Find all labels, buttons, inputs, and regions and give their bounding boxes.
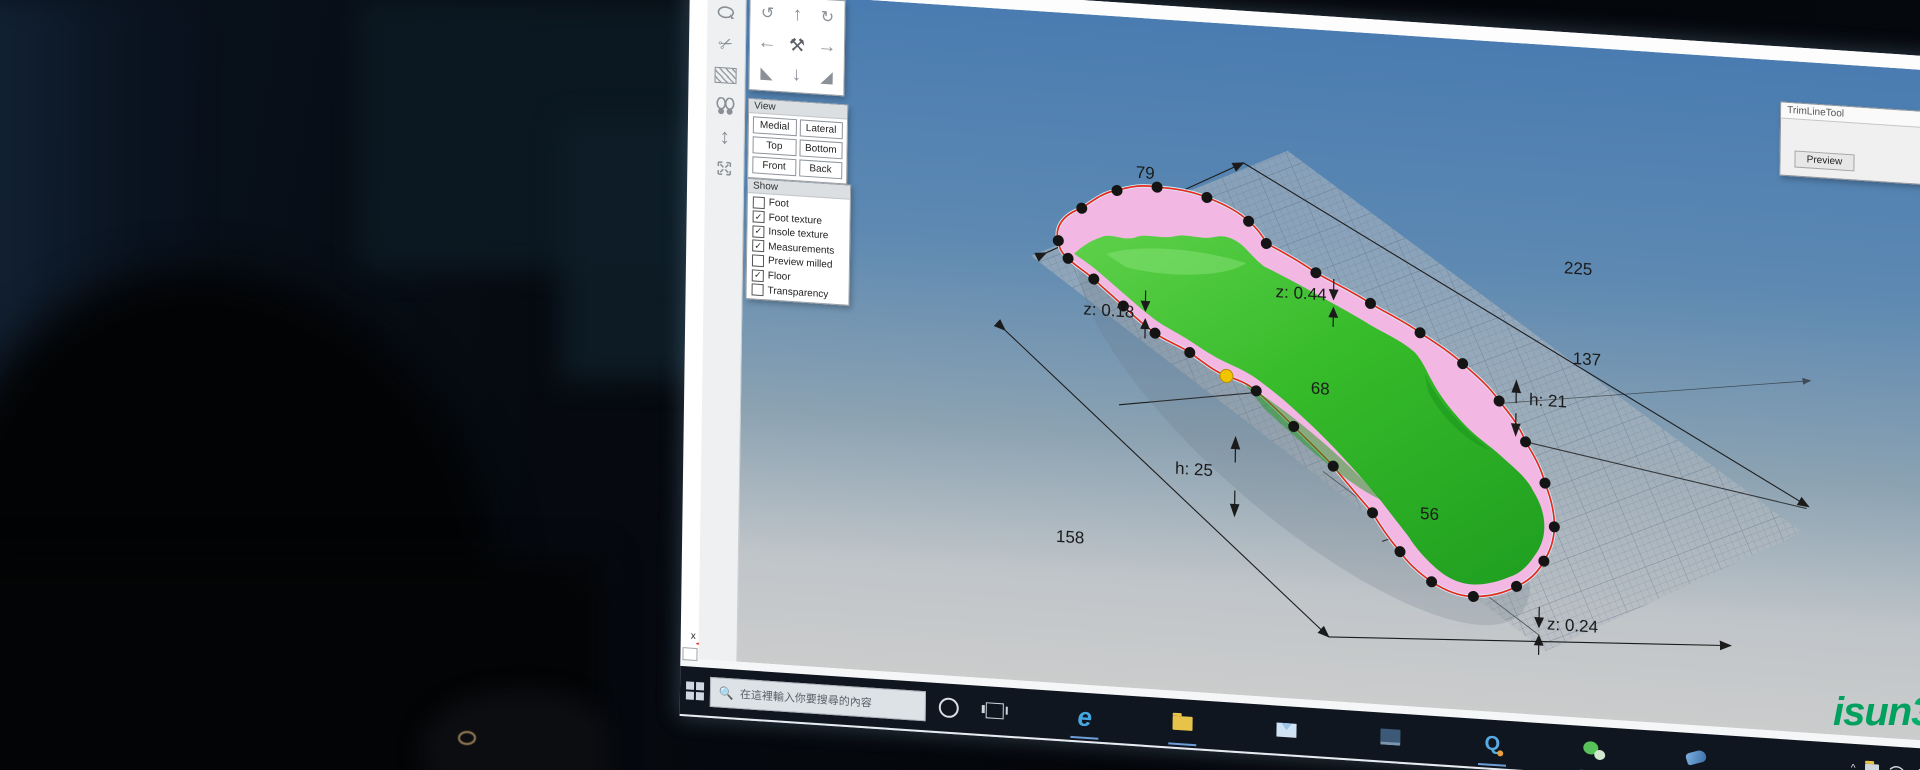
- laptop-app-icon[interactable]: [1367, 712, 1414, 763]
- measurement-label: h: 21: [1529, 390, 1567, 411]
- measurement-label: z: 0.18: [1083, 299, 1134, 321]
- system-tray: ^ 中 12:15: [1851, 760, 1920, 770]
- view-back-button[interactable]: Back: [799, 159, 843, 179]
- hatch-icon: [714, 67, 736, 84]
- search-input[interactable]: 🔍 在這裡輸入你要搜尋的內容: [710, 677, 926, 721]
- checkbox[interactable]: ✓: [752, 269, 764, 282]
- checkbox-label: Foot: [769, 198, 789, 210]
- monitor-screen: 79 225 137 z: 0.18 z: 0.44 68 h: 21 h: 2…: [680, 0, 1920, 770]
- lasso-tool[interactable]: [712, 2, 740, 26]
- checkbox-label: Transparency: [768, 285, 829, 300]
- cortana-icon[interactable]: [925, 682, 972, 733]
- task-view-icon[interactable]: [971, 685, 1018, 736]
- checkbox[interactable]: [752, 284, 764, 297]
- selected-control-point[interactable]: [1220, 369, 1233, 383]
- viewport-3d[interactable]: 79 225 137 z: 0.18 z: 0.44 68 h: 21 h: 2…: [736, 0, 1920, 747]
- vertical-resize-tool[interactable]: ↕: [711, 126, 739, 150]
- measurement-label: z: 0.24: [1547, 614, 1598, 636]
- corner-lower-right-icon[interactable]: ◢: [820, 67, 833, 88]
- windows-logo-icon: [686, 682, 704, 701]
- wechat-icon[interactable]: [1571, 725, 1618, 770]
- measurement-label: 158: [1056, 527, 1085, 548]
- checkbox[interactable]: ✓: [753, 211, 765, 224]
- measurement-label: 68: [1311, 379, 1330, 399]
- view-top-button[interactable]: Top: [753, 136, 797, 156]
- file-explorer-icon[interactable]: [1159, 698, 1206, 749]
- search-placeholder: 在這裡輸入你要搜尋的內容: [740, 686, 872, 711]
- start-button[interactable]: [680, 666, 711, 716]
- photo-scene: 79 225 137 z: 0.18 z: 0.44 68 h: 21 h: 2…: [0, 0, 1920, 770]
- mail-icon[interactable]: [1263, 705, 1310, 756]
- edge-icon[interactable]: e: [1061, 691, 1108, 742]
- trimline-tool-dialog: TrimLineTool Preview OK: [1779, 101, 1920, 187]
- volume-muted-icon[interactable]: [1914, 766, 1920, 770]
- search-icon: 🔍: [719, 686, 734, 701]
- view-bottom-button[interactable]: Bottom: [799, 139, 843, 159]
- show-panel: Show Foot ✓Foot texture ✓Insole texture …: [745, 178, 851, 306]
- move-left-icon[interactable]: ←: [757, 32, 776, 55]
- isun-watermark: isun3: [1833, 690, 1920, 735]
- axis-x-label: x: [691, 631, 696, 642]
- corner-lower-left-icon[interactable]: ◣: [760, 63, 773, 84]
- checkbox-label: Floor: [768, 270, 791, 283]
- scissors-tool[interactable]: ✂: [709, 29, 744, 60]
- move-down-icon[interactable]: ↓: [792, 64, 802, 87]
- wifi-icon[interactable]: [1889, 765, 1904, 770]
- view-panel: View Medial Lateral Top Bottom Front Bac…: [747, 98, 848, 185]
- checkbox[interactable]: [752, 254, 764, 267]
- measurement-label: 79: [1136, 163, 1155, 183]
- move-right-icon[interactable]: →: [817, 36, 836, 59]
- move-up-icon[interactable]: ↑: [793, 4, 803, 27]
- checkbox[interactable]: ✓: [752, 225, 764, 238]
- measurement-label: 225: [1564, 258, 1593, 279]
- view-front-button[interactable]: Front: [752, 156, 796, 176]
- tray-chevron-icon[interactable]: ^: [1851, 762, 1856, 770]
- checkbox[interactable]: [753, 196, 765, 209]
- measurement-label: 137: [1573, 349, 1602, 370]
- rotate-ccw-icon[interactable]: ↺: [761, 3, 775, 24]
- preview-button[interactable]: Preview: [1794, 150, 1854, 171]
- checkbox[interactable]: ✓: [752, 240, 764, 253]
- insole-pair-tool[interactable]: [711, 95, 739, 119]
- navigation-pad: ↺ ↑ ↻ ← ⚒ → ◣ ↓ ◢: [748, 0, 845, 96]
- cad-app-icon[interactable]: [1673, 732, 1720, 770]
- rotate-cw-icon[interactable]: ↻: [821, 7, 835, 28]
- measurement-label: 56: [1420, 504, 1439, 524]
- measurement-label: z: 0.44: [1275, 282, 1326, 304]
- ring-glint: [458, 731, 476, 745]
- view-medial-button[interactable]: Medial: [753, 116, 797, 136]
- texture-hatch-tool[interactable]: [711, 64, 739, 88]
- tray-folder-icon[interactable]: [1865, 764, 1879, 770]
- tools-icon[interactable]: ⚒: [789, 34, 805, 56]
- view-lateral-button[interactable]: Lateral: [799, 119, 843, 139]
- statusbar-icon: [682, 647, 697, 661]
- expand-arrows-tool[interactable]: [710, 157, 738, 181]
- qq-icon[interactable]: Q: [1469, 718, 1516, 769]
- measurement-label: h: 25: [1175, 459, 1213, 480]
- insole-3d-render: 79 225 137 z: 0.18 z: 0.44 68 h: 21 h: 2…: [680, 0, 1920, 770]
